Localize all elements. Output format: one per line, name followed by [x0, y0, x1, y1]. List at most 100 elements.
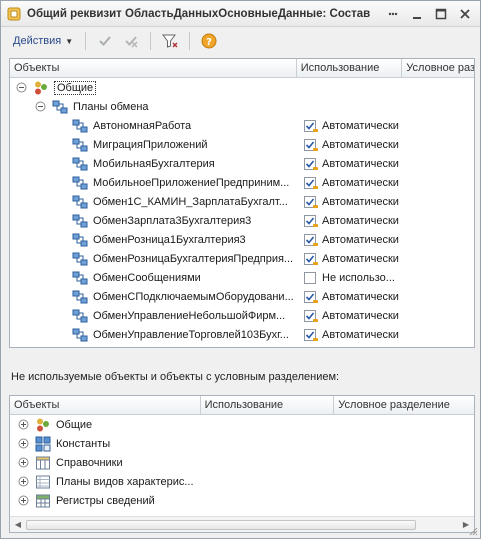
object-name: ОбменЗарплата3Бухгалтерия3: [93, 214, 252, 227]
tree-node-exchange-plans[interactable]: Планы обмена: [10, 97, 474, 116]
expand-icon[interactable]: [18, 438, 29, 449]
usage-checkbox[interactable]: [304, 214, 318, 227]
table-row[interactable]: Константы: [10, 434, 474, 453]
window-title: Общий реквизит ОбластьДанныхОсновныеДанн…: [27, 7, 371, 20]
usage-checkbox[interactable]: [304, 309, 318, 322]
exchange-plan-icon: [72, 327, 88, 343]
table-row[interactable]: ОбменРозницаБухгалтерияПредприя... Автома…: [10, 249, 474, 268]
exchange-plan-icon: [72, 137, 88, 153]
table-header: Объекты Использование Условное разделени…: [10, 396, 474, 415]
usage-checkbox[interactable]: [304, 176, 318, 189]
object-name: ОбменУправлениеТорговлей103Бухг...: [93, 328, 289, 341]
exchange-plan-icon: [72, 156, 88, 172]
object-name: ОбменРозница1Бухгалтерия3: [93, 233, 246, 246]
expand-icon[interactable]: [18, 495, 29, 506]
usage-checkbox[interactable]: [304, 252, 318, 265]
table-row[interactable]: ОбменЗарплата3Бухгалтерия3 Автоматически: [10, 211, 474, 230]
usage-checkbox[interactable]: [304, 195, 318, 208]
usage-checkbox[interactable]: [304, 233, 318, 246]
tree-node-label: Общие: [54, 80, 97, 95]
exchange-plan-icon: [72, 118, 88, 134]
actions-menu-button[interactable]: Действия ▼: [9, 33, 77, 49]
title-bar[interactable]: Общий реквизит ОбластьДанныхОсновныеДанн…: [1, 1, 480, 27]
object-name: ОбменРозницаБухгалтерияПредприя...: [93, 252, 294, 265]
object-name: МиграцияПриложений: [93, 138, 208, 151]
expand-icon[interactable]: [18, 457, 29, 468]
toolbar-separator: [150, 32, 152, 50]
usage-value: Автоматически: [322, 328, 399, 341]
scroll-thumb[interactable]: [26, 519, 416, 530]
unused-objects-label: Не используемые объекты и объекты с усло…: [11, 371, 340, 383]
table-row[interactable]: МобильнаяБухгалтерия Автоматически: [10, 154, 474, 173]
horizontal-scrollbar[interactable]: ◀ ▶: [10, 516, 474, 532]
usage-checkbox[interactable]: [304, 290, 318, 303]
window-app-icon: [7, 7, 21, 21]
table-row[interactable]: АвтономнаяРабота Автоматически: [10, 116, 474, 135]
usage-value: Автоматически: [322, 195, 399, 208]
usage-value: Автоматически: [322, 309, 399, 322]
table-row[interactable]: ОбменУправлениеНебольшойФирм... Автоматич…: [10, 306, 474, 325]
table-row[interactable]: Регистры сведений: [10, 491, 474, 510]
uncheck-icon[interactable]: [120, 30, 142, 52]
scroll-left-icon[interactable]: ◀: [10, 517, 26, 533]
column-header-conditional-separation[interactable]: Условное разделение: [402, 59, 474, 77]
usage-checkbox[interactable]: [304, 328, 318, 341]
expand-icon[interactable]: [18, 476, 29, 487]
maximize-icon[interactable]: [434, 7, 448, 21]
toolbar-separator: [189, 32, 191, 50]
table-header: Объекты Использование Условное разделени…: [10, 59, 474, 78]
resize-grip-icon[interactable]: [468, 526, 478, 536]
exchange-plan-icon: [72, 232, 88, 248]
usage-value: Не использо...: [322, 271, 395, 284]
column-header-usage[interactable]: Использование: [297, 59, 403, 77]
common-icon: [35, 417, 51, 433]
exchange-plan-icon: [72, 251, 88, 267]
column-header-objects[interactable]: Объекты: [10, 396, 201, 414]
table-row[interactable]: Справочники: [10, 453, 474, 472]
help-icon[interactable]: ?: [198, 30, 220, 52]
exchange-plan-icon: [72, 308, 88, 324]
chevron-down-icon: ▼: [65, 36, 74, 46]
object-name: АвтономнаяРабота: [93, 119, 192, 132]
constants-icon: [35, 436, 51, 452]
tree-node-label: Планы обмена: [73, 100, 149, 113]
unused-objects-table: Объекты Использование Условное разделени…: [9, 395, 475, 533]
table-row[interactable]: МобильноеПриложениеПредприним... Автомати…: [10, 173, 474, 192]
used-objects-tree: Общие Планы обмена АвтономнаяРабота Автом…: [10, 78, 474, 344]
collapse-icon[interactable]: [16, 82, 27, 93]
object-name: ОбменСПодключаемымОборудовани...: [93, 290, 294, 303]
column-header-objects[interactable]: Объекты: [10, 59, 297, 77]
table-row[interactable]: МиграцияПриложений Автоматически: [10, 135, 474, 154]
minimize-icon[interactable]: [410, 7, 424, 21]
object-name: ОбменСообщениями: [93, 271, 201, 284]
used-objects-table: Объекты Использование Условное разделени…: [9, 58, 475, 348]
table-row[interactable]: ОбменУправлениеТорговлей103Бухг... Автома…: [10, 325, 474, 344]
check-icon[interactable]: [94, 30, 116, 52]
usage-value: Автоматически: [322, 233, 399, 246]
object-name: Общие: [56, 418, 93, 431]
usage-checkbox[interactable]: [304, 157, 318, 170]
exchange-plans-icon: [52, 99, 68, 115]
table-row[interactable]: ОбменСПодключаемымОборудовани... Автомати…: [10, 287, 474, 306]
table-row[interactable]: Общие: [10, 415, 474, 434]
object-name: МобильнаяБухгалтерия: [93, 157, 215, 170]
table-row[interactable]: ОбменРозница1Бухгалтерия3 Автоматически: [10, 230, 474, 249]
table-row[interactable]: Обмен1С_КАМИН_ЗарплатаБухгалт... Автомати…: [10, 192, 474, 211]
close-icon[interactable]: [458, 7, 472, 21]
expand-icon[interactable]: [18, 419, 29, 430]
filter-icon[interactable]: [159, 30, 181, 52]
table-row[interactable]: Планы видов характерис...: [10, 472, 474, 491]
usage-checkbox[interactable]: [304, 271, 316, 284]
column-header-conditional-separation[interactable]: Условное разделение: [334, 396, 474, 414]
usage-checkbox[interactable]: [304, 119, 318, 132]
usage-value: Автоматически: [322, 290, 399, 303]
column-header-usage[interactable]: Использование: [201, 396, 335, 414]
usage-checkbox[interactable]: [304, 138, 318, 151]
scroll-track[interactable]: [26, 519, 458, 531]
tree-node-common[interactable]: Общие: [10, 78, 474, 97]
exchange-plan-icon: [72, 175, 88, 191]
table-row[interactable]: ОбменСообщениями Не использо...: [10, 268, 474, 287]
exchange-plan-icon: [72, 213, 88, 229]
more-options-icon[interactable]: [386, 7, 400, 21]
collapse-icon[interactable]: [35, 101, 46, 112]
